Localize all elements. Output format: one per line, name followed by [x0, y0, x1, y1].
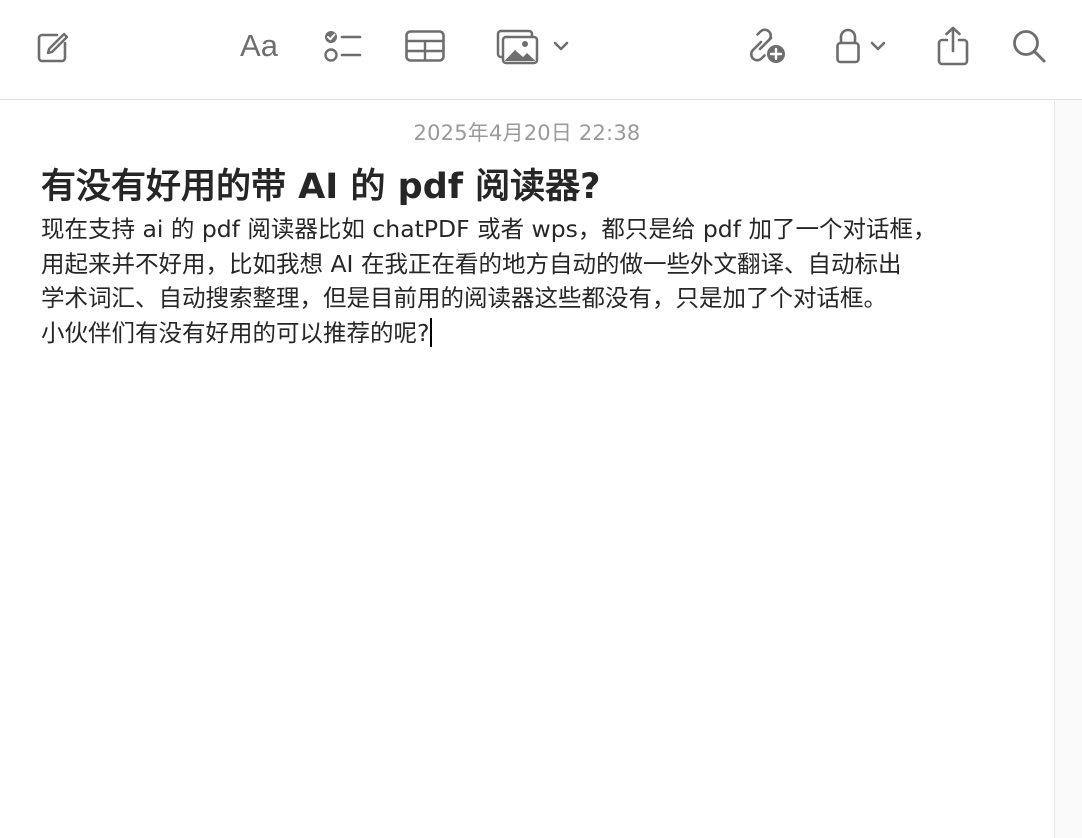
note-editor[interactable]: 2025年4月20日 22:38 有没有好用的带 AI 的 pdf 阅读器? 现…: [0, 101, 1054, 838]
note-body-line: 小伙伴们有没有好用的可以推荐的呢?: [41, 318, 430, 347]
note-body-last-line: 小伙伴们有没有好用的可以推荐的呢?: [41, 316, 1016, 351]
chevron-down-icon: [553, 41, 569, 51]
chevron-down-icon: [870, 41, 886, 51]
share-icon: [937, 26, 969, 66]
note-title[interactable]: 有没有好用的带 AI 的 pdf 阅读器?: [41, 163, 1031, 211]
lock-icon: [836, 28, 860, 64]
lock-button[interactable]: [828, 22, 894, 70]
photo-icon: [496, 29, 539, 65]
search-button[interactable]: [1008, 22, 1050, 70]
media-button[interactable]: [492, 22, 574, 70]
format-button[interactable]: Aa: [234, 22, 284, 70]
note-date: 2025年4月20日 22:38: [413, 121, 641, 145]
search-icon: [1013, 30, 1046, 63]
share-button[interactable]: [932, 22, 974, 70]
note-body-line: 学术词汇、自动搜索整理，但是目前用的阅读器这些都没有，只是加了个对话框。: [41, 284, 887, 312]
checklist-button[interactable]: [318, 22, 364, 70]
table-icon: [405, 30, 445, 62]
scrollbar-gutter[interactable]: [1054, 101, 1082, 838]
note-body-line: 现在支持 ai 的 pdf 阅读器比如 chatPDF 或者 wps，都只是给 …: [41, 215, 937, 243]
note-body-line: 用起来并不好用，比如我想 AI 在我正在看的地方自动的做一些外文翻译、自动标出: [41, 249, 902, 278]
notes-window: Aa 2025年4月20日 22:38 有没有好用的带 AI 的 pdf 阅读器…: [0, 0, 1082, 838]
toolbar: Aa: [0, 0, 1082, 100]
note-body[interactable]: 现在支持 ai 的 pdf 阅读器比如 chatPDF 或者 wps，都只是给 …: [41, 212, 1016, 350]
format-label: Aa: [240, 28, 278, 63]
checklist-icon: [324, 31, 362, 62]
compose-icon: [37, 32, 69, 63]
new-note-button[interactable]: [30, 22, 74, 70]
table-button[interactable]: [402, 22, 448, 70]
link-add-icon: [750, 28, 785, 63]
collaborate-button[interactable]: [742, 22, 788, 70]
text-caret: [430, 317, 433, 347]
